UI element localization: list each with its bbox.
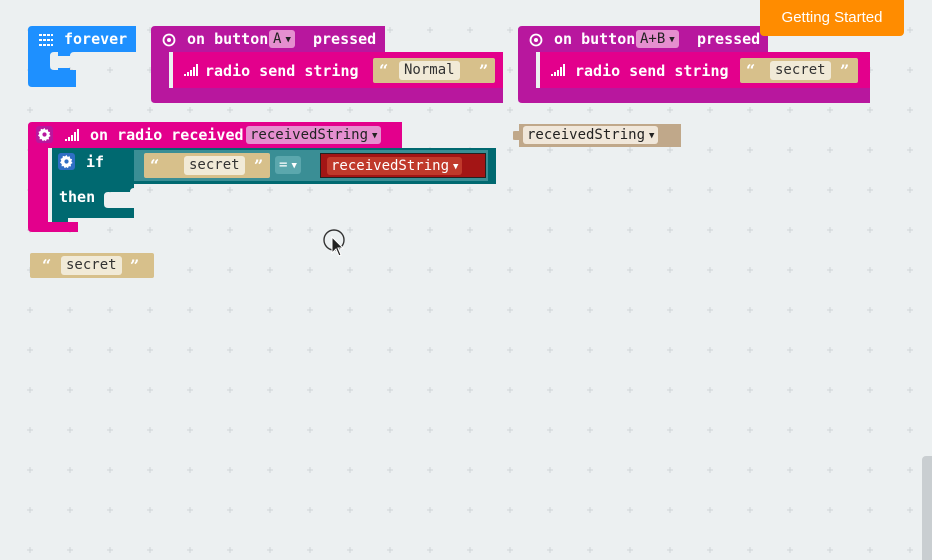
radio-send-string-label: radio send string <box>205 62 359 80</box>
received-string-variable[interactable]: receivedString ▼ <box>320 153 486 178</box>
variable-dropdown[interactable]: receivedString ▼ <box>327 157 463 175</box>
target-icon <box>161 32 177 48</box>
on-button-a-block[interactable]: on button A ▼ pressed radio send string “… <box>151 26 503 103</box>
button-dropdown[interactable]: A ▼ <box>269 30 295 48</box>
button-dropdown[interactable]: A+B ▼ <box>636 30 679 48</box>
string-block-secret[interactable]: “ secret ” <box>740 58 858 83</box>
dropdown-arrow-icon: ▼ <box>669 35 675 45</box>
on-button-label: on button <box>187 30 269 48</box>
dropdown-arrow-icon: ▼ <box>372 131 378 141</box>
operator-value: = <box>279 157 288 173</box>
string-block-normal[interactable]: “ Normal ” <box>373 58 495 83</box>
string-field[interactable]: secret <box>770 61 831 80</box>
dropdown-arrow-icon: ▼ <box>285 35 291 45</box>
getting-started-button[interactable]: Getting Started <box>760 0 904 36</box>
open-quote-icon: “ <box>379 61 389 80</box>
string-block-secret[interactable]: “ secret ” <box>144 153 270 178</box>
dropdown-arrow-icon: ▼ <box>291 161 297 171</box>
dropdown-arrow-icon: ▼ <box>649 131 655 141</box>
forever-block[interactable]: forever <box>28 26 136 87</box>
variable-dropdown[interactable]: receivedString ▼ <box>523 126 659 144</box>
dropdown-arrow-icon: ▼ <box>453 162 459 172</box>
button-dropdown-value: A <box>273 31 282 47</box>
close-quote-icon: ” <box>254 156 264 175</box>
open-quote-icon: “ <box>150 156 160 175</box>
close-quote-icon: ” <box>840 61 850 80</box>
open-quote-icon: “ <box>42 256 52 275</box>
on-button-label: on button <box>554 30 636 48</box>
string-field[interactable]: secret <box>61 256 122 275</box>
grid-icon <box>38 32 54 48</box>
if-label: if <box>86 153 105 171</box>
target-icon <box>528 32 544 48</box>
close-quote-icon: ” <box>479 61 489 80</box>
variable-value: receivedString <box>527 127 646 143</box>
signal-bars-icon <box>550 62 566 78</box>
string-field[interactable]: Normal <box>399 61 460 80</box>
close-quote-icon: ” <box>130 256 140 275</box>
vertical-scrollbar[interactable] <box>922 456 932 560</box>
variable-value: receivedString <box>331 158 450 174</box>
open-quote-icon: “ <box>746 61 756 80</box>
pressed-label: pressed <box>313 30 377 48</box>
param-value: receivedString <box>250 127 369 143</box>
on-button-ab-block[interactable]: on button A+B ▼ pressed radio send string… <box>518 26 870 103</box>
string-field[interactable]: secret <box>184 156 245 175</box>
signal-bars-icon <box>183 62 199 78</box>
mouse-pointer-icon <box>322 229 348 263</box>
then-label: then <box>59 188 96 206</box>
forever-label: forever <box>64 30 128 48</box>
blocks-workspace[interactable]: forever on button A ▼ pressed radio send … <box>0 0 932 560</box>
pressed-label: pressed <box>697 30 761 48</box>
loose-string-block[interactable]: “ secret ” <box>30 253 154 278</box>
loose-variable-block[interactable]: receivedString ▼ <box>513 124 681 147</box>
radio-send-string-label: radio send string <box>575 62 729 80</box>
gear-icon[interactable] <box>36 126 53 143</box>
comparison-block[interactable]: “ secret ” = ▼ receivedString ▼ <box>134 150 488 181</box>
signal-bars-icon <box>64 127 80 143</box>
on-radio-received-block[interactable]: on radio received receivedString ▼ if the… <box>28 122 498 234</box>
on-radio-received-label: on radio received <box>90 126 244 144</box>
operator-dropdown[interactable]: = ▼ <box>275 156 301 174</box>
button-dropdown-value: A+B <box>640 31 666 47</box>
received-string-param[interactable]: receivedString ▼ <box>246 126 382 144</box>
gear-icon[interactable] <box>58 153 75 170</box>
